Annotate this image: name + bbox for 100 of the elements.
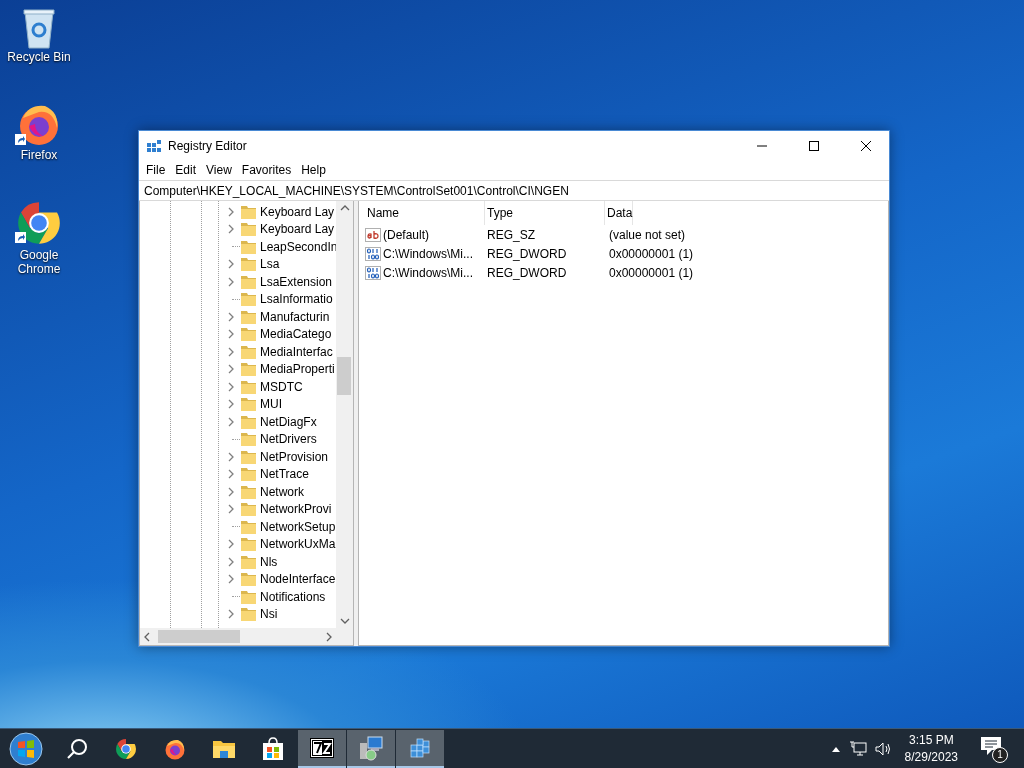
registry-key[interactable]: Notifications — [260, 589, 326, 604]
vertical-scrollbar[interactable] — [336, 201, 353, 628]
registry-key[interactable]: LsaInformatio — [260, 292, 333, 307]
clock[interactable]: 3:15 PM 8/29/2023 — [904, 731, 958, 766]
registry-key[interactable]: NetworkUxMa — [260, 537, 336, 552]
registry-key[interactable]: MUI — [260, 397, 282, 412]
taskbar-button[interactable] — [396, 729, 444, 768]
folder-icon[interactable] — [212, 738, 236, 759]
expand-chevron-icon[interactable] — [226, 346, 236, 357]
expand-chevron-icon[interactable] — [226, 539, 236, 550]
registry-key[interactable]: NetDrivers — [260, 432, 317, 447]
expand-chevron-icon[interactable] — [226, 381, 236, 392]
menu-item[interactable]: View — [201, 163, 237, 177]
value-data: (value not set) — [608, 227, 686, 242]
chrome-icon[interactable] — [114, 736, 138, 761]
start-orb-icon[interactable] — [9, 731, 43, 766]
expand-chevron-icon[interactable] — [226, 364, 236, 375]
registry-key[interactable]: Manufacturin — [260, 309, 330, 324]
registry-key[interactable]: MediaProperti — [260, 362, 335, 377]
folder-icon — [241, 607, 256, 622]
folder-icon — [241, 239, 256, 254]
column-header[interactable]: Type — [485, 201, 605, 225]
folder-icon — [241, 537, 256, 552]
desktop-icon-label: Recycle Bin — [6, 50, 72, 64]
expand-chevron-icon[interactable] — [226, 451, 236, 462]
value-name[interactable]: (Default) — [383, 227, 429, 242]
registry-key[interactable]: Nsi — [260, 607, 278, 622]
shortcut-arrow-icon — [15, 134, 26, 145]
expand-chevron-icon[interactable] — [226, 206, 236, 217]
desktop-icon-label: Google Chrome — [16, 248, 62, 276]
scroll-left-icon[interactable] — [143, 631, 151, 642]
shopping-bag-icon[interactable] — [262, 736, 284, 761]
registry-key[interactable]: Keyboard Lay — [260, 204, 335, 219]
registry-key[interactable]: NetworkProvi — [260, 502, 332, 517]
folder-icon — [241, 572, 256, 587]
column-header[interactable]: Data — [605, 201, 634, 225]
registry-key[interactable]: MediaInterfac — [260, 344, 333, 359]
menu-item[interactable]: Favorites — [236, 163, 297, 177]
expand-chevron-icon[interactable] — [226, 224, 236, 235]
value-name[interactable]: C:\Windows\Mi... — [383, 246, 473, 261]
registry-key[interactable]: LsaExtension — [260, 274, 333, 289]
expand-chevron-icon[interactable] — [226, 259, 236, 270]
registry-key[interactable]: Network — [260, 484, 304, 499]
registry-key[interactable]: MSDTC — [260, 379, 303, 394]
expand-chevron-icon[interactable] — [226, 574, 236, 585]
registry-key[interactable]: NetProvision — [260, 449, 329, 464]
expand-chevron-icon[interactable] — [226, 469, 236, 480]
expand-chevron-icon[interactable] — [226, 416, 236, 427]
column-header[interactable]: Name — [365, 201, 485, 225]
menu-item[interactable]: Edit — [170, 163, 202, 177]
registry-key[interactable]: NodeInterface — [260, 572, 336, 587]
registry-key[interactable]: NetTrace — [260, 467, 309, 482]
menu-item[interactable]: Help — [296, 163, 331, 177]
folder-icon — [241, 362, 256, 377]
computer-disc-icon[interactable] — [358, 734, 384, 761]
expand-chevron-icon[interactable] — [226, 276, 236, 287]
folder-icon — [241, 554, 256, 569]
scroll-right-icon[interactable] — [325, 631, 333, 642]
registry-key[interactable]: Keyboard Lay — [260, 222, 335, 237]
address-bar[interactable]: Computer\HKEY_LOCAL_MACHINE\SYSTEM\ControlSet001\Control\CI\NGEN — [139, 180, 889, 201]
recycle-bin-icon[interactable] — [21, 6, 57, 50]
expand-chevron-icon[interactable] — [226, 311, 236, 322]
folder-icon — [241, 502, 256, 517]
folder-icon — [241, 344, 256, 359]
expand-chevron-icon[interactable] — [226, 486, 236, 497]
archive-app-icon[interactable] — [310, 737, 334, 758]
value-type: REG_DWORD — [486, 246, 568, 261]
registry-key[interactable]: NetDiagFx — [260, 414, 317, 429]
registry-key[interactable]: LeapSecondIn — [260, 239, 336, 254]
folder-icon — [241, 414, 256, 429]
notification-icon — [980, 735, 1002, 756]
expand-chevron-icon[interactable] — [226, 329, 236, 340]
scrollbar-thumb[interactable] — [158, 630, 240, 643]
shortcut-arrow-icon — [15, 232, 26, 243]
registry-key[interactable]: NetworkSetup — [260, 519, 336, 534]
menu-item[interactable]: File — [141, 163, 171, 177]
scrollbar-thumb[interactable] — [337, 357, 351, 395]
volume-icon[interactable] — [874, 740, 893, 757]
registry-key[interactable]: Lsa — [260, 257, 280, 272]
desktop-icon-label: Firefox — [19, 148, 59, 162]
expand-chevron-icon[interactable] — [226, 399, 236, 410]
folder-icon — [241, 274, 256, 289]
horizontal-scrollbar[interactable] — [140, 628, 353, 645]
registry-key[interactable]: MediaCatego — [260, 327, 332, 342]
string-value-icon — [365, 227, 381, 242]
value-data: 0x00000001 (1) — [608, 246, 694, 261]
folder-icon — [241, 467, 256, 482]
folder-icon — [241, 432, 256, 447]
expand-chevron-icon[interactable] — [226, 504, 236, 515]
expand-chevron-icon[interactable] — [226, 556, 236, 567]
action-center-button[interactable]: 1 — [980, 735, 1006, 762]
taskbar-button[interactable] — [298, 729, 346, 768]
network-icon[interactable] — [848, 740, 867, 757]
value-name[interactable]: C:\Windows\Mi... — [383, 265, 473, 280]
search-icon[interactable] — [66, 737, 88, 760]
folder-icon — [241, 204, 256, 219]
taskbar-button[interactable] — [347, 729, 395, 768]
registry-key[interactable]: Nls — [260, 554, 278, 569]
expand-chevron-icon[interactable] — [226, 609, 236, 620]
value-type: REG_SZ — [486, 227, 536, 242]
